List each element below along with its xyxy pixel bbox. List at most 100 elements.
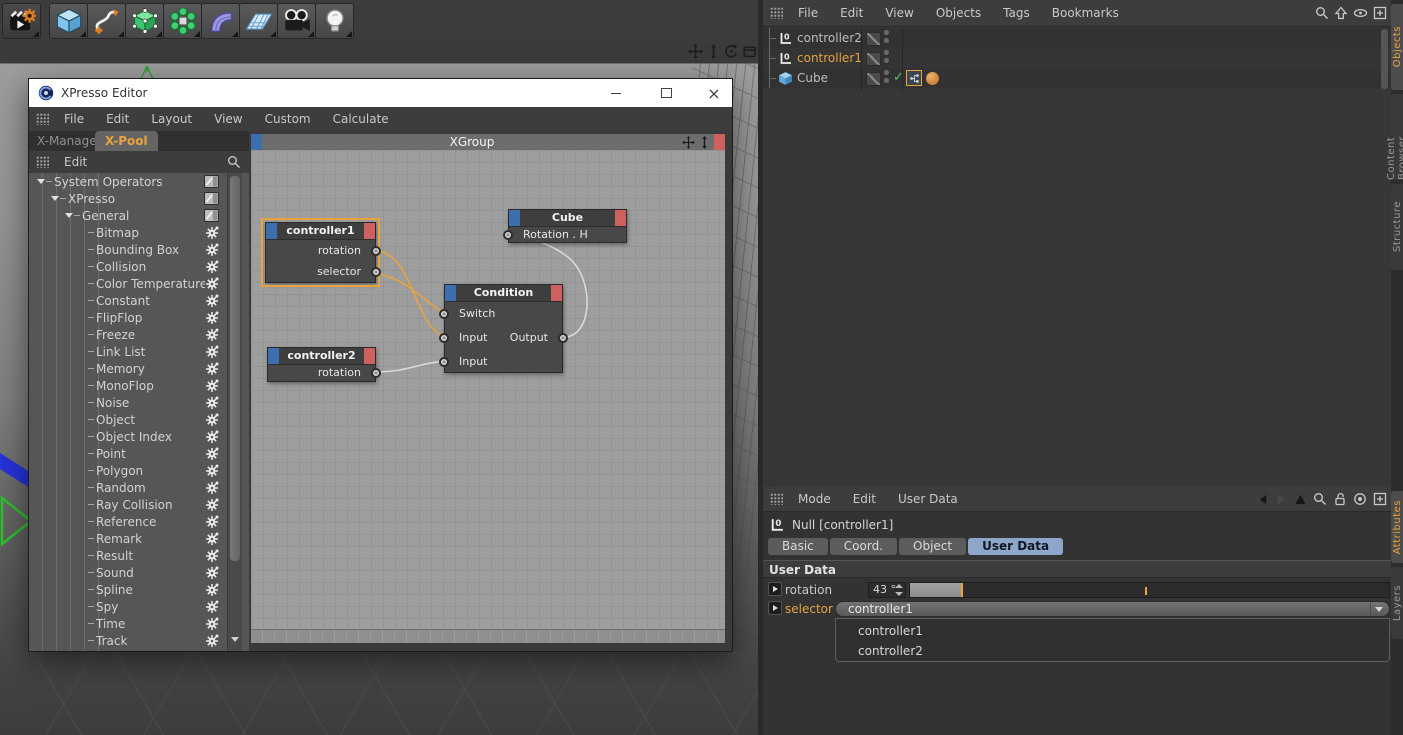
minimize-button[interactable] [599, 79, 633, 107]
edit-menu[interactable]: Edit [53, 155, 98, 169]
move-icon[interactable] [682, 135, 695, 149]
port-input1[interactable] [439, 333, 449, 343]
tree-item[interactable]: Sound [29, 564, 249, 581]
menu-item[interactable]: Edit [95, 112, 140, 126]
side-tab[interactable]: Content Browser [1386, 94, 1403, 180]
tree-item[interactable]: Color Temperature [29, 275, 249, 292]
floor-environment-tool[interactable] [239, 3, 278, 39]
tree-item[interactable]: Reference [29, 513, 249, 530]
light-tool[interactable] [315, 3, 354, 39]
node-cube[interactable]: Cube Rotation . H [503, 209, 627, 243]
menu-item[interactable]: User Data [887, 492, 969, 506]
window-titlebar[interactable]: XPresso Editor × [29, 79, 732, 107]
object-name[interactable]: Cube [797, 71, 869, 85]
expander-icon[interactable] [37, 179, 45, 184]
zoom-icon[interactable] [698, 135, 711, 149]
expander-icon[interactable] [65, 213, 73, 218]
wire-controller2-to-input[interactable] [375, 360, 445, 373]
node-input-corner[interactable] [445, 285, 456, 301]
camera-tool[interactable] [277, 3, 316, 39]
menu-item[interactable]: Layout [140, 112, 203, 126]
port-rotation-h[interactable] [503, 229, 513, 240]
tree-item[interactable]: Spy [29, 598, 249, 615]
object-row[interactable]: 0 controller1 [763, 48, 1391, 68]
node-header[interactable]: Cube [509, 210, 626, 227]
menu-item[interactable]: Bookmarks [1041, 6, 1130, 20]
tree-item[interactable]: Remark [29, 530, 249, 547]
tree-item[interactable]: Constant [29, 292, 249, 309]
render-settings-tool[interactable] [2, 3, 41, 39]
tree-item[interactable]: General [29, 207, 249, 224]
node-editor-hscroll[interactable] [251, 629, 725, 643]
side-tab[interactable]: Layers [1391, 567, 1403, 639]
userdata-port-icon[interactable] [768, 582, 782, 596]
port-input2[interactable] [439, 357, 449, 367]
menu-item[interactable]: Tags [992, 6, 1041, 20]
menu-item[interactable]: File [53, 112, 95, 126]
grip-icon[interactable] [770, 493, 783, 505]
node-output-corner[interactable] [551, 285, 562, 301]
node-output-corner[interactable] [364, 223, 375, 239]
tree-item[interactable]: Result [29, 547, 249, 564]
dropdown-option[interactable]: controller2 [836, 641, 1389, 661]
selector-dropdown[interactable]: controller1 [835, 601, 1390, 617]
dropdown-option[interactable]: controller1 [836, 621, 1389, 641]
spline-pen-tool[interactable] [87, 3, 126, 39]
expander-icon[interactable] [51, 196, 59, 201]
add-icon[interactable] [1373, 6, 1387, 20]
visibility-dots[interactable] [884, 50, 889, 63]
attribute-tab[interactable]: User Data [968, 538, 1064, 555]
xpresso-tag-icon[interactable] [906, 70, 922, 86]
tree-item[interactable]: Object Index [29, 428, 249, 445]
tree-item[interactable]: Noise [29, 394, 249, 411]
search-icon[interactable] [227, 155, 241, 169]
tree-item[interactable]: Link List [29, 343, 249, 360]
tree-item[interactable]: Object [29, 411, 249, 428]
attribute-tab[interactable]: Basic [768, 538, 828, 555]
node-input-corner[interactable] [266, 223, 277, 239]
tree-item[interactable]: Polygon [29, 462, 249, 479]
tab-x-pool[interactable]: X-Pool [95, 131, 158, 151]
zoom-view-icon[interactable] [705, 43, 722, 60]
tree-item[interactable]: FlipFlop [29, 309, 249, 326]
phong-tag-icon[interactable] [926, 71, 939, 85]
node-input-corner[interactable] [509, 210, 520, 226]
userdata-port-icon[interactable] [768, 601, 782, 615]
tree-item[interactable]: XPresso [29, 190, 249, 207]
port-output[interactable] [558, 333, 568, 343]
tree-item[interactable]: Ray Collision [29, 496, 249, 513]
scrollbar-thumb[interactable] [230, 176, 240, 561]
node-input-corner[interactable] [268, 348, 279, 364]
tree-item[interactable]: Freeze [29, 326, 249, 343]
tree-item[interactable]: Time [29, 615, 249, 632]
menu-item[interactable]: File [787, 6, 829, 20]
attribute-tab[interactable]: Coord. [829, 538, 897, 555]
tree-item[interactable]: Memory [29, 360, 249, 377]
menu-item[interactable]: Calculate [322, 112, 400, 126]
tree-item[interactable]: Bitmap [29, 224, 249, 241]
menu-item[interactable]: View [874, 6, 924, 20]
menu-item[interactable]: Custom [254, 112, 322, 126]
layer-swatch[interactable] [866, 52, 881, 66]
grip-icon[interactable] [36, 113, 49, 125]
up-icon[interactable] [1294, 493, 1307, 506]
chevron-down-icon[interactable] [1370, 603, 1387, 615]
grip-icon[interactable] [36, 156, 49, 168]
grip-icon[interactable] [770, 7, 783, 19]
port-rotation[interactable] [371, 245, 381, 256]
tree-item[interactable]: Random [29, 479, 249, 496]
node-header[interactable]: Condition [445, 285, 562, 302]
object-row[interactable]: 0 Cube ✓ [763, 68, 1391, 88]
menu-item[interactable]: View [203, 112, 253, 126]
port-selector[interactable] [371, 266, 381, 277]
node-controller2[interactable]: controller2 rotation [267, 347, 381, 382]
search-icon[interactable] [1313, 492, 1327, 506]
scroll-to-active-icon[interactable] [1334, 6, 1348, 20]
record-icon[interactable] [1353, 492, 1367, 506]
node-controller1[interactable]: controller1 rotation selector [261, 218, 381, 287]
layer-swatch[interactable] [866, 32, 881, 46]
tree-scrollbar[interactable] [227, 173, 242, 651]
rotation-slider[interactable] [909, 582, 1390, 598]
object-manager-scrollbar[interactable] [1381, 29, 1388, 89]
side-tab[interactable]: Attributes [1391, 491, 1403, 563]
